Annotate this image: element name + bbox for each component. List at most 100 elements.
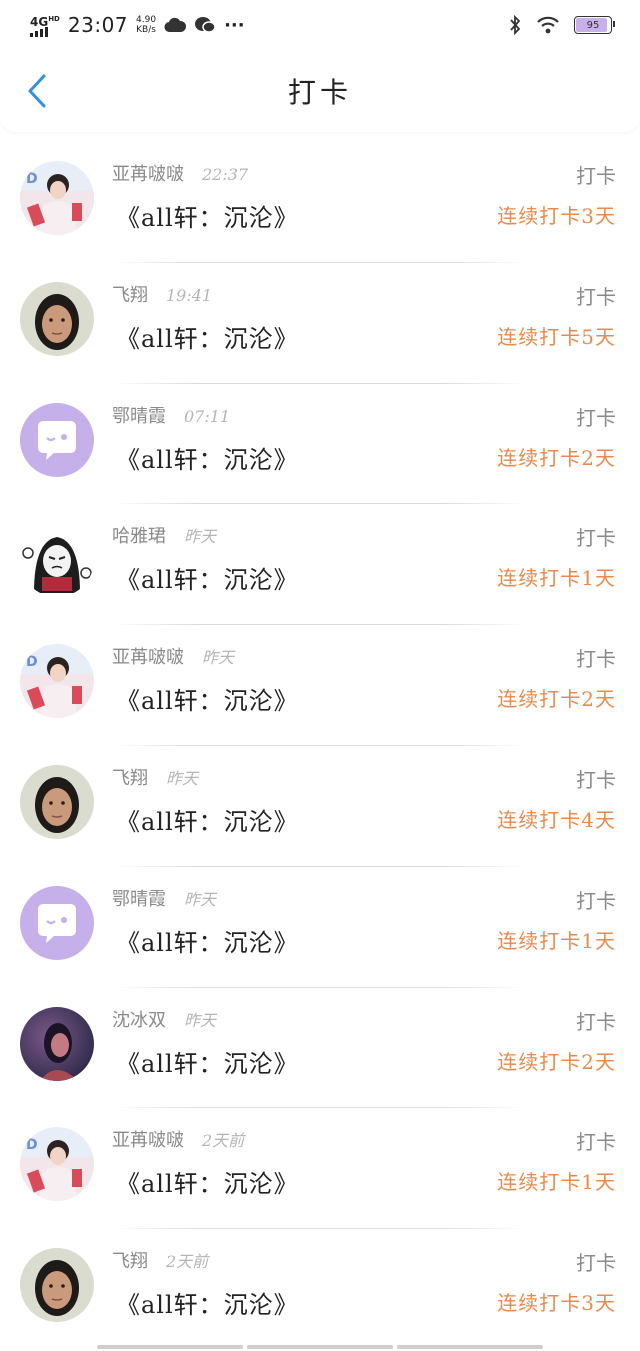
checkin-time: 昨天 [202,648,235,668]
list-item[interactable]: D 亚苒啵啵 22:37 《all轩：沉沦》 打卡 连续打卡3天 [0,142,640,263]
checkin-time: 昨天 [166,768,199,788]
chevron-left-icon [28,74,46,108]
status-bar: 4GHD 23:07 4.90 KB/s ··· 95 [0,0,640,50]
streak-label: 连续打卡1天 [497,1170,616,1195]
user-line: 鄂晴霞 07:11 [112,402,230,428]
streak-label: 连续打卡3天 [497,204,616,228]
svg-text:D: D [26,1137,38,1153]
book-title[interactable]: 《all轩：沉沦》 [116,319,299,354]
avatar-photo [20,1006,94,1081]
checkin-time: 22:37 [202,165,249,184]
streak-label: 连续打卡2天 [497,1049,616,1074]
battery-icon: 95 [574,16,615,34]
user-name[interactable]: 鄂晴霞 [112,885,166,911]
book-title[interactable]: 《all轩：沉沦》 [116,802,299,837]
user-name[interactable]: 飞翔 [112,281,148,307]
user-line: 飞翔 昨天 [112,764,198,790]
action-label: 打卡 [576,647,616,672]
wifi-icon [537,16,559,34]
avatar[interactable]: D [20,644,94,719]
action-label: 打卡 [576,526,616,551]
svg-text:D: D [26,171,38,187]
network-speed: 4.90 KB/s [136,15,156,35]
action-label: 打卡 [576,1130,616,1155]
book-title[interactable]: 《all轩：沉沦》 [116,1285,299,1320]
default-avatar-icon [20,402,94,477]
streak-label: 连续打卡1天 [497,566,616,591]
action-label: 打卡 [576,767,616,792]
bluetooth-icon [510,14,521,36]
action-label: 打卡 [576,405,616,430]
list-item[interactable]: D 亚苒啵啵 2天前 《all轩：沉沦》 打卡 连续打卡1天 [0,1108,640,1230]
checkin-time: 昨天 [184,1010,217,1030]
battery-level: 95 [586,19,600,31]
book-title[interactable]: 《all轩：沉沦》 [116,923,299,958]
status-right: 95 [508,14,615,36]
action-label: 打卡 [576,888,616,913]
book-title[interactable]: 《all轩：沉沦》 [116,440,299,475]
user-name[interactable]: 飞翔 [112,764,148,790]
checkin-time: 07:11 [184,406,231,426]
book-title[interactable]: 《all轩：沉沦》 [116,1164,299,1199]
avatar[interactable]: D [20,161,94,235]
list-item[interactable]: 鄂晴霞 07:11 《all轩：沉沦》 打卡 连续打卡2天 [0,384,640,505]
avatar[interactable] [20,523,94,598]
list-item[interactable]: 哈雅珺 昨天 《all轩：沉沦》 打卡 连续打卡1天 [0,504,640,626]
avatar[interactable] [20,1248,94,1323]
user-name[interactable]: 亚苒啵啵 [112,1126,184,1152]
user-name[interactable]: 沈冰双 [112,1006,166,1032]
cloud-icon [164,17,187,33]
action-label: 打卡 [576,1009,616,1034]
avatar[interactable] [20,1006,94,1081]
list-item[interactable]: 飞翔 昨天 《all轩：沉沦》 打卡 连续打卡4天 [0,746,640,867]
user-line: 飞翔 2天前 [112,1247,208,1273]
book-title[interactable]: 《all轩：沉沦》 [116,1044,299,1079]
checkin-time: 昨天 [184,527,217,547]
checkin-list: D 亚苒啵啵 22:37 《all轩：沉沦》 打卡 连续打卡3天 飞翔 19:4… [0,142,640,1350]
checkin-time: 昨天 [184,889,217,909]
cartoon-avatar [20,523,94,598]
avatar-photo: D [20,161,94,235]
user-name[interactable]: 鄂晴霞 [112,402,166,428]
user-line: 亚苒啵啵 昨天 [112,643,234,669]
list-item[interactable]: 飞翔 2天前 《all轩：沉沦》 打卡 连续打卡3天 [0,1229,640,1350]
streak-label: 连续打卡2天 [497,687,616,712]
list-item[interactable]: 鄂晴霞 昨天 《all轩：沉沦》 打卡 连续打卡1天 [0,867,640,988]
speed-unit: KB/s [136,25,156,35]
streak-label: 连续打卡3天 [497,1291,616,1316]
checkin-time: 2天前 [166,1252,209,1272]
avatar[interactable] [20,885,94,960]
status-left: 4GHD 23:07 4.90 KB/s ··· [30,13,245,37]
user-name[interactable]: 亚苒啵啵 [112,160,184,186]
user-name[interactable]: 飞翔 [112,1247,148,1273]
book-title[interactable]: 《all轩：沉沦》 [116,198,299,233]
avatar-photo: D [20,644,94,719]
list-item[interactable]: 飞翔 19:41 《all轩：沉沦》 打卡 连续打卡5天 [0,263,640,384]
user-line: 亚苒啵啵 2天前 [112,1126,244,1152]
network-indicator: 4GHD [30,14,60,37]
list-item[interactable]: 沈冰双 昨天 《all轩：沉沦》 打卡 连续打卡2天 [0,988,640,1109]
avatar[interactable]: D [20,1127,94,1202]
avatar[interactable] [20,281,94,356]
clock: 23:07 [67,13,129,37]
signal-icon [30,26,48,37]
page-title: 打卡 [287,76,352,109]
user-line: 哈雅珺 昨天 [112,522,216,548]
user-line: 鄂晴霞 昨天 [112,885,216,911]
list-item[interactable]: D 亚苒啵啵 昨天 《all轩：沉沦》 打卡 连续打卡2天 [0,625,640,746]
user-name[interactable]: 哈雅珺 [112,522,166,548]
book-title[interactable]: 《all轩：沉沦》 [116,560,299,595]
avatar[interactable] [20,402,94,477]
user-name[interactable]: 亚苒啵啵 [112,643,184,669]
streak-label: 连续打卡4天 [497,807,616,832]
book-title[interactable]: 《all轩：沉沦》 [116,681,299,716]
default-avatar-icon [20,885,94,960]
avatar-photo [20,1248,94,1323]
user-line: 沈冰双 昨天 [112,1006,216,1032]
network-sup: HD [48,14,60,23]
streak-label: 连续打卡2天 [497,445,616,470]
avatar[interactable] [20,764,94,839]
back-button[interactable] [22,71,52,111]
wechat-icon [195,17,216,33]
avatar-photo [20,764,94,839]
